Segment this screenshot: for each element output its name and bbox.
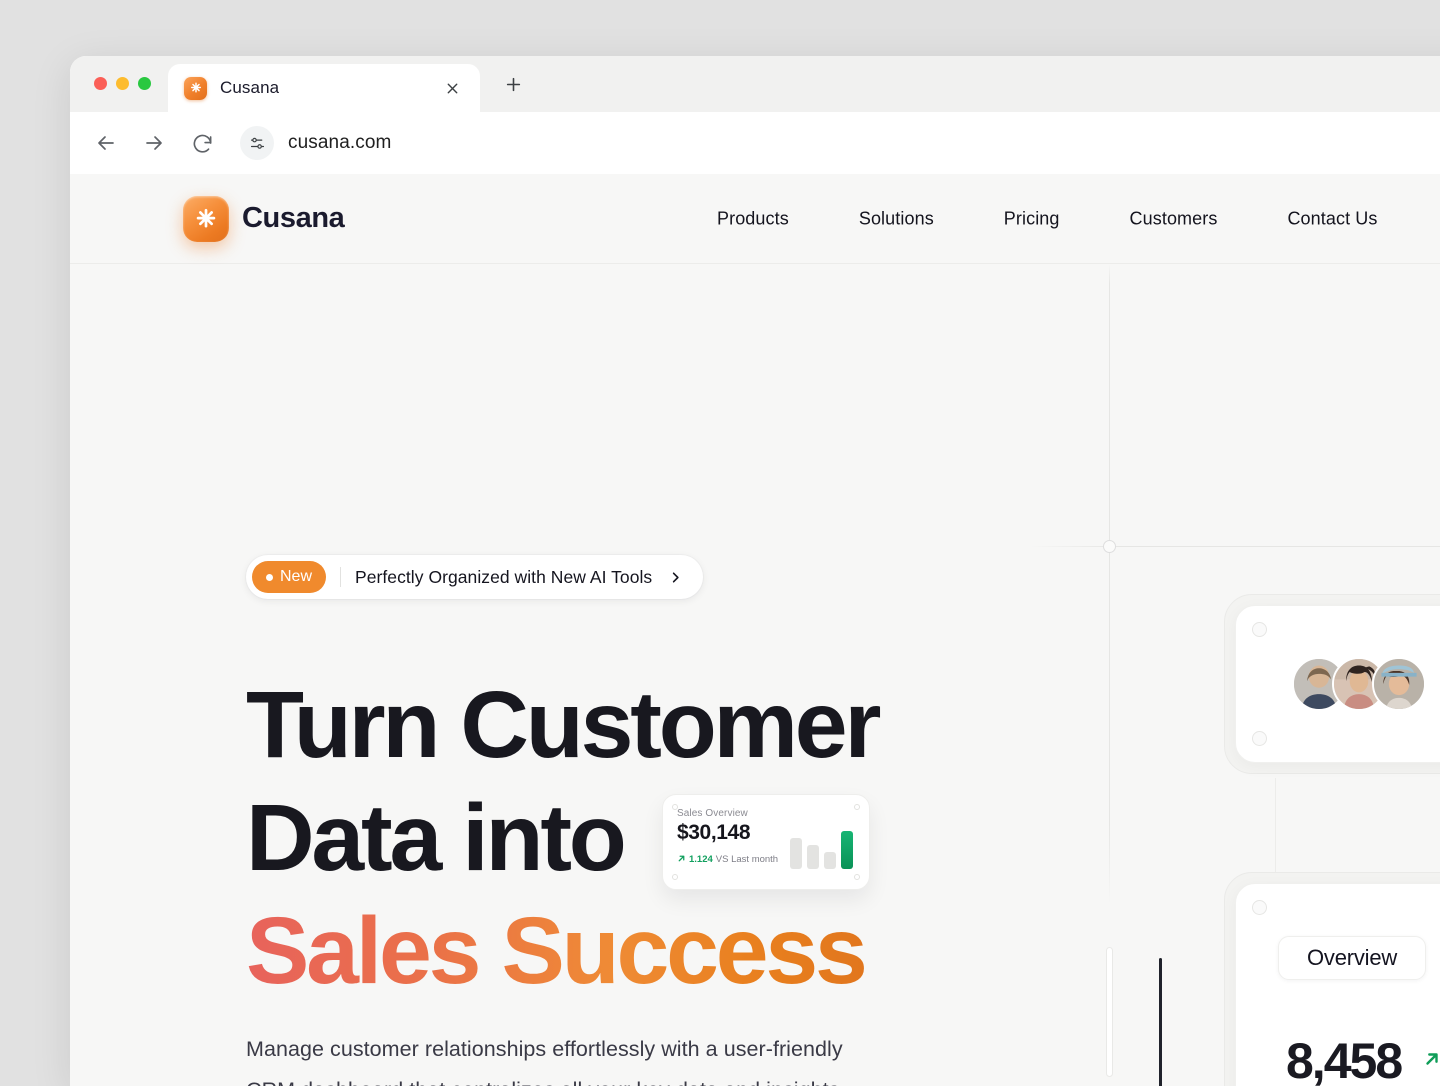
badge-divider <box>340 567 342 587</box>
tune-icon[interactable] <box>240 126 274 160</box>
badge-new-label: New <box>280 568 313 585</box>
screw-icon <box>1252 731 1267 746</box>
sales-card-delta-suffix: VS Last month <box>715 853 779 865</box>
main-navigation: Products Solutions Pricing Customers Con… <box>682 208 1413 229</box>
overview-tab-group: Overview S <box>1278 936 1440 980</box>
browser-toolbar: cusana.com <box>70 112 1440 174</box>
browser-tab[interactable]: Cusana <box>168 64 480 112</box>
browser-window: Cusana cusana.com Cusana Products Soluti… <box>70 56 1440 1086</box>
browser-tab-strip: Cusana <box>70 56 1440 112</box>
screw-icon <box>672 874 678 880</box>
nav-item-contact-us[interactable]: Contact Us <box>1252 208 1412 229</box>
dot-icon <box>266 573 273 581</box>
arrow-left-icon[interactable] <box>92 129 120 157</box>
browser-tab-title: Cusana <box>220 78 280 97</box>
maximize-window-button[interactable] <box>138 77 151 90</box>
sales-card-label: Sales Overview <box>677 808 748 819</box>
announcement-badge[interactable]: New Perfectly Organized with New AI Tool… <box>246 555 704 599</box>
hero-subtitle-line-2: CRM dashboard that centralizes all your … <box>246 1078 839 1086</box>
headline-line-1: Turn Customer <box>246 672 881 778</box>
hero-section: New Perfectly Organized with New AI Tool… <box>70 264 1440 1086</box>
hero-subtitle-line-1: Manage customer relationships effortless… <box>246 1037 843 1061</box>
arrow-up-right-icon <box>1423 1048 1440 1074</box>
badge-new-tag: New <box>252 561 327 593</box>
overview-delta: 1.124 <box>1423 1048 1440 1074</box>
nav-item-products[interactable]: Products <box>682 208 824 229</box>
screw-icon <box>672 804 678 810</box>
bar-4 <box>841 831 853 869</box>
new-stories-card: New stor <box>1224 594 1440 774</box>
chevron-right-icon[interactable] <box>668 570 683 585</box>
nav-item-solutions[interactable]: Solutions <box>824 208 969 229</box>
site-header: Cusana Products Solutions Pricing Custom… <box>70 174 1440 264</box>
asterisk-logo-icon <box>183 195 229 242</box>
guide-node-icon <box>1103 540 1116 553</box>
headline-line-3-gradient: Sales Success <box>246 895 878 1008</box>
screw-icon <box>1252 622 1267 637</box>
asterisk-logo-icon <box>184 76 207 100</box>
arrow-up-right-icon <box>677 850 686 868</box>
screw-icon <box>854 804 860 810</box>
accent-bar <box>1159 958 1162 1086</box>
sales-overview-card: Sales Overview $30,148 1.124 VS Last mon… <box>662 794 870 890</box>
hero-subtitle: Manage customer relationships effortless… <box>246 1029 843 1086</box>
nav-item-customers[interactable]: Customers <box>1095 208 1253 229</box>
web-page: Cusana Products Solutions Pricing Custom… <box>70 174 1440 1086</box>
arrow-right-icon[interactable] <box>140 129 168 157</box>
window-traffic-lights <box>94 77 151 90</box>
avatar <box>1292 657 1346 711</box>
avatar <box>1372 657 1426 711</box>
screw-icon <box>1252 900 1267 915</box>
guide-line-vertical <box>1109 264 1110 1086</box>
avatar-group <box>1292 657 1426 711</box>
tab-overview[interactable]: Overview <box>1278 936 1427 980</box>
new-tab-button[interactable] <box>498 69 528 99</box>
screw-icon <box>854 874 860 880</box>
tab-secondary[interactable]: S <box>1436 936 1440 980</box>
bar-3 <box>824 852 836 869</box>
connector-line-top <box>1275 778 1276 898</box>
reload-icon[interactable] <box>188 129 216 157</box>
overview-metric: 8,458 1.124 <box>1286 1032 1440 1086</box>
avatar <box>1332 657 1386 711</box>
bar-2 <box>807 845 819 869</box>
brand-name: Cusana <box>242 202 345 234</box>
guide-line-horizontal <box>1030 546 1440 547</box>
minimize-window-button[interactable] <box>116 77 129 90</box>
address-bar[interactable]: cusana.com <box>240 126 391 160</box>
guide-pill <box>1106 947 1113 1077</box>
sales-card-delta-value: 1.124 <box>689 853 713 865</box>
brand-logo[interactable]: Cusana <box>183 195 345 242</box>
sales-card-bar-chart <box>790 823 853 869</box>
address-bar-url: cusana.com <box>288 132 392 153</box>
overview-value: 8,458 <box>1286 1033 1403 1086</box>
close-icon[interactable] <box>442 78 462 98</box>
close-window-button[interactable] <box>94 77 107 90</box>
nav-item-pricing[interactable]: Pricing <box>969 208 1095 229</box>
badge-message: Perfectly Organized with New AI Tools <box>355 566 653 587</box>
overview-dashboard-card: Overview S 8,458 1.12 <box>1224 872 1440 1086</box>
bar-1 <box>790 837 802 869</box>
